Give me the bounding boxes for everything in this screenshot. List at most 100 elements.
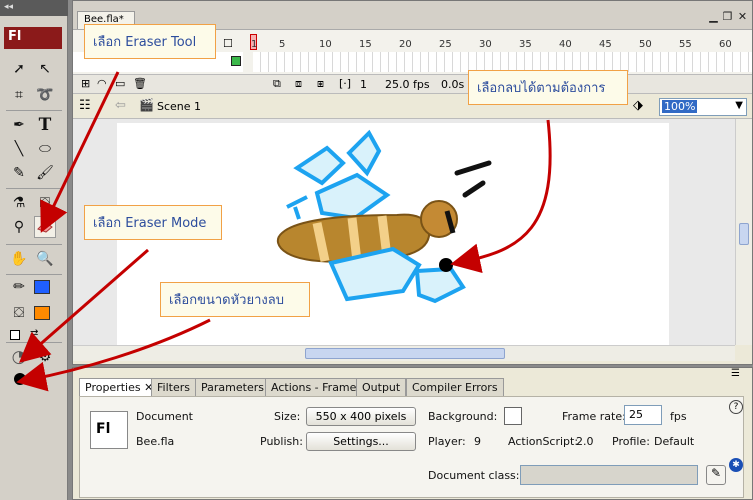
tab-compiler-errors[interactable]: Compiler Errors — [406, 378, 504, 396]
help-icon[interactable]: ? — [729, 400, 743, 414]
back-arrow-icon[interactable]: ⇦ — [115, 98, 126, 113]
layer-folder-icon[interactable]: ▭ — [115, 77, 125, 90]
frame-number: 55 — [679, 39, 692, 50]
edit-multiple-frames-icon[interactable]: [·] — [339, 77, 351, 90]
player-label: Player: — [428, 435, 466, 448]
wing-shape — [414, 266, 466, 304]
size-button[interactable]: 550 x 400 pixels — [306, 407, 416, 426]
frame-number: 50 — [639, 39, 652, 50]
frame-number: 25 — [439, 39, 452, 50]
properties-tabs: Properties ✕ Filters Parameters Actions … — [73, 374, 752, 396]
frame-rate-label: Frame rate: — [562, 410, 626, 423]
tab-properties[interactable]: Properties ✕ — [79, 378, 160, 396]
fps-unit: fps — [670, 410, 687, 423]
player-value: 9 — [474, 435, 481, 448]
callout-eraser-mode: เลือก Eraser Mode — [84, 205, 222, 240]
frame-rate-field[interactable]: 25 — [624, 405, 662, 425]
callout-erase-as-needed: เลือกลบได้ตามต้องการ — [468, 70, 628, 105]
faucet-icon[interactable]: ⚙ — [34, 346, 56, 368]
minimize-icon[interactable]: ▁ — [707, 10, 720, 23]
horizontal-scroll-thumb[interactable] — [305, 348, 505, 359]
fill-color-swatch[interactable] — [34, 306, 50, 320]
eraser-mode-icon[interactable]: ◔ — [8, 346, 30, 368]
actionscript-label: ActionScript: — [508, 435, 579, 448]
edit-pencil-icon[interactable]: ✎ — [706, 465, 726, 485]
frame-number: 1 — [251, 39, 258, 50]
brush-tool-icon[interactable]: 🖌 — [34, 162, 56, 184]
lasso-tool-icon[interactable]: ➰ — [34, 84, 56, 106]
tool-separator — [6, 274, 62, 275]
chevron-down-icon[interactable]: ▼ — [735, 100, 743, 111]
oval-tool-icon[interactable]: ⬭ — [34, 138, 56, 160]
frame-number: 35 — [519, 39, 532, 50]
scene-name[interactable]: Scene 1 — [157, 100, 201, 113]
edit-symbols-icon[interactable]: ⬗ — [633, 98, 643, 113]
frame-cells[interactable] — [253, 52, 752, 72]
hand-tool-icon[interactable]: ✋ — [8, 248, 30, 270]
motion-guide-icon[interactable]: ◠ — [97, 77, 107, 90]
layer-color-icon[interactable] — [231, 56, 241, 66]
tab-output[interactable]: Output — [356, 378, 407, 396]
zoom-tool-icon[interactable]: 🔍 — [34, 248, 56, 270]
profile-label: Profile: — [612, 435, 650, 448]
vertical-scroll-thumb[interactable] — [739, 223, 749, 245]
subselection-tool-icon[interactable]: ↖ — [34, 58, 56, 80]
accessibility-icon[interactable]: ✱ — [729, 458, 743, 472]
timeline-toggle-icon[interactable]: ☷ — [79, 98, 91, 113]
tab-filters[interactable]: Filters — [151, 378, 196, 396]
tool-separator — [6, 110, 62, 111]
free-transform-tool-icon[interactable]: ⌗ — [8, 84, 30, 106]
line-tool-icon[interactable]: ╲ — [8, 138, 30, 160]
eraser-shape-icon[interactable] — [14, 373, 26, 385]
zoom-value: 100% — [662, 100, 698, 113]
paint-bucket-tool-icon[interactable]: ⛋ — [34, 192, 56, 214]
ink-bottle-tool-icon[interactable]: ⚗ — [8, 192, 30, 214]
stroke-color-icon: ✏ — [13, 279, 25, 295]
size-label: Size: — [274, 410, 301, 423]
onion-outlines-icon[interactable]: ⧆ — [317, 77, 324, 91]
vertical-scrollbar[interactable] — [735, 119, 752, 345]
timeline-controls: ⊞ ◠ ▭ 🗑 ⧉ ⧈ ⧆ [·] 1 25.0 fps 0.0s — [73, 74, 752, 94]
pencil-tool-icon[interactable]: ✎ — [8, 162, 30, 184]
swap-colors-icon[interactable]: ⇄ — [30, 328, 38, 339]
settings-button[interactable]: Settings... — [306, 432, 416, 451]
wing-shape — [293, 145, 346, 186]
horizontal-scrollbar[interactable] — [73, 345, 735, 361]
document-class-label: Document class: — [428, 469, 520, 482]
text-tool-icon[interactable]: T — [34, 114, 56, 136]
frame-number: 10 — [319, 39, 332, 50]
frame-number: 5 — [279, 39, 286, 50]
restore-icon[interactable]: ❐ — [721, 10, 734, 23]
close-icon[interactable]: ✕ — [736, 10, 749, 23]
eyedropper-tool-icon[interactable]: ⚲ — [8, 216, 30, 238]
tab-parameters[interactable]: Parameters — [195, 378, 270, 396]
frame-number: 20 — [399, 39, 412, 50]
eraser-tool-icon[interactable] — [34, 216, 56, 238]
wing-shape — [314, 172, 391, 221]
tools-panel-grip[interactable]: ◂◂ — [0, 0, 68, 16]
onion-skin-icon[interactable]: ⧈ — [295, 77, 302, 91]
document-class-field[interactable] — [520, 465, 698, 485]
tools-panel: ◂◂ Fl ➚ ↖ ⌗ ➰ ✒ T ╲ ⬭ ✎ 🖌 ⚗ ⛋ ⚲ ✋ 🔍 ✏ ⛋ … — [0, 0, 68, 500]
callout-eraser-size: เลือกขนาดหัวยางลบ — [160, 282, 310, 317]
selection-tool-icon[interactable]: ➚ — [8, 58, 30, 80]
delete-layer-icon[interactable]: 🗑 — [133, 77, 147, 90]
zoom-select[interactable]: 100% ▼ — [659, 98, 747, 116]
tab-actions-frame[interactable]: Actions - Frame — [265, 378, 363, 396]
insert-layer-icon[interactable]: ⊞ — [81, 77, 90, 90]
doc-name: Bee.fla — [136, 435, 175, 448]
scene-icon: 🎬 — [139, 98, 154, 112]
wing-shape — [346, 129, 382, 177]
edit-bar: ☷ ⇦ 🎬 Scene 1 ⬗ 100% ▼ — [73, 93, 752, 119]
properties-body: Fl Document Bee.fla Size: 550 x 400 pixe… — [79, 396, 744, 498]
flash-logo: Fl — [4, 27, 62, 49]
bee-antennae — [454, 160, 492, 198]
center-frame-icon[interactable]: ⧉ — [273, 77, 281, 91]
properties-panel: ☰ Properties ✕ Filters Parameters Action… — [72, 367, 753, 500]
frame-number: 45 — [599, 39, 612, 50]
callout-eraser-tool: เลือก Eraser Tool — [84, 24, 216, 59]
background-color-swatch[interactable] — [504, 407, 522, 425]
default-colors-icon[interactable] — [10, 330, 20, 340]
pen-tool-icon[interactable]: ✒ — [8, 114, 30, 136]
stroke-color-swatch[interactable] — [34, 280, 50, 294]
